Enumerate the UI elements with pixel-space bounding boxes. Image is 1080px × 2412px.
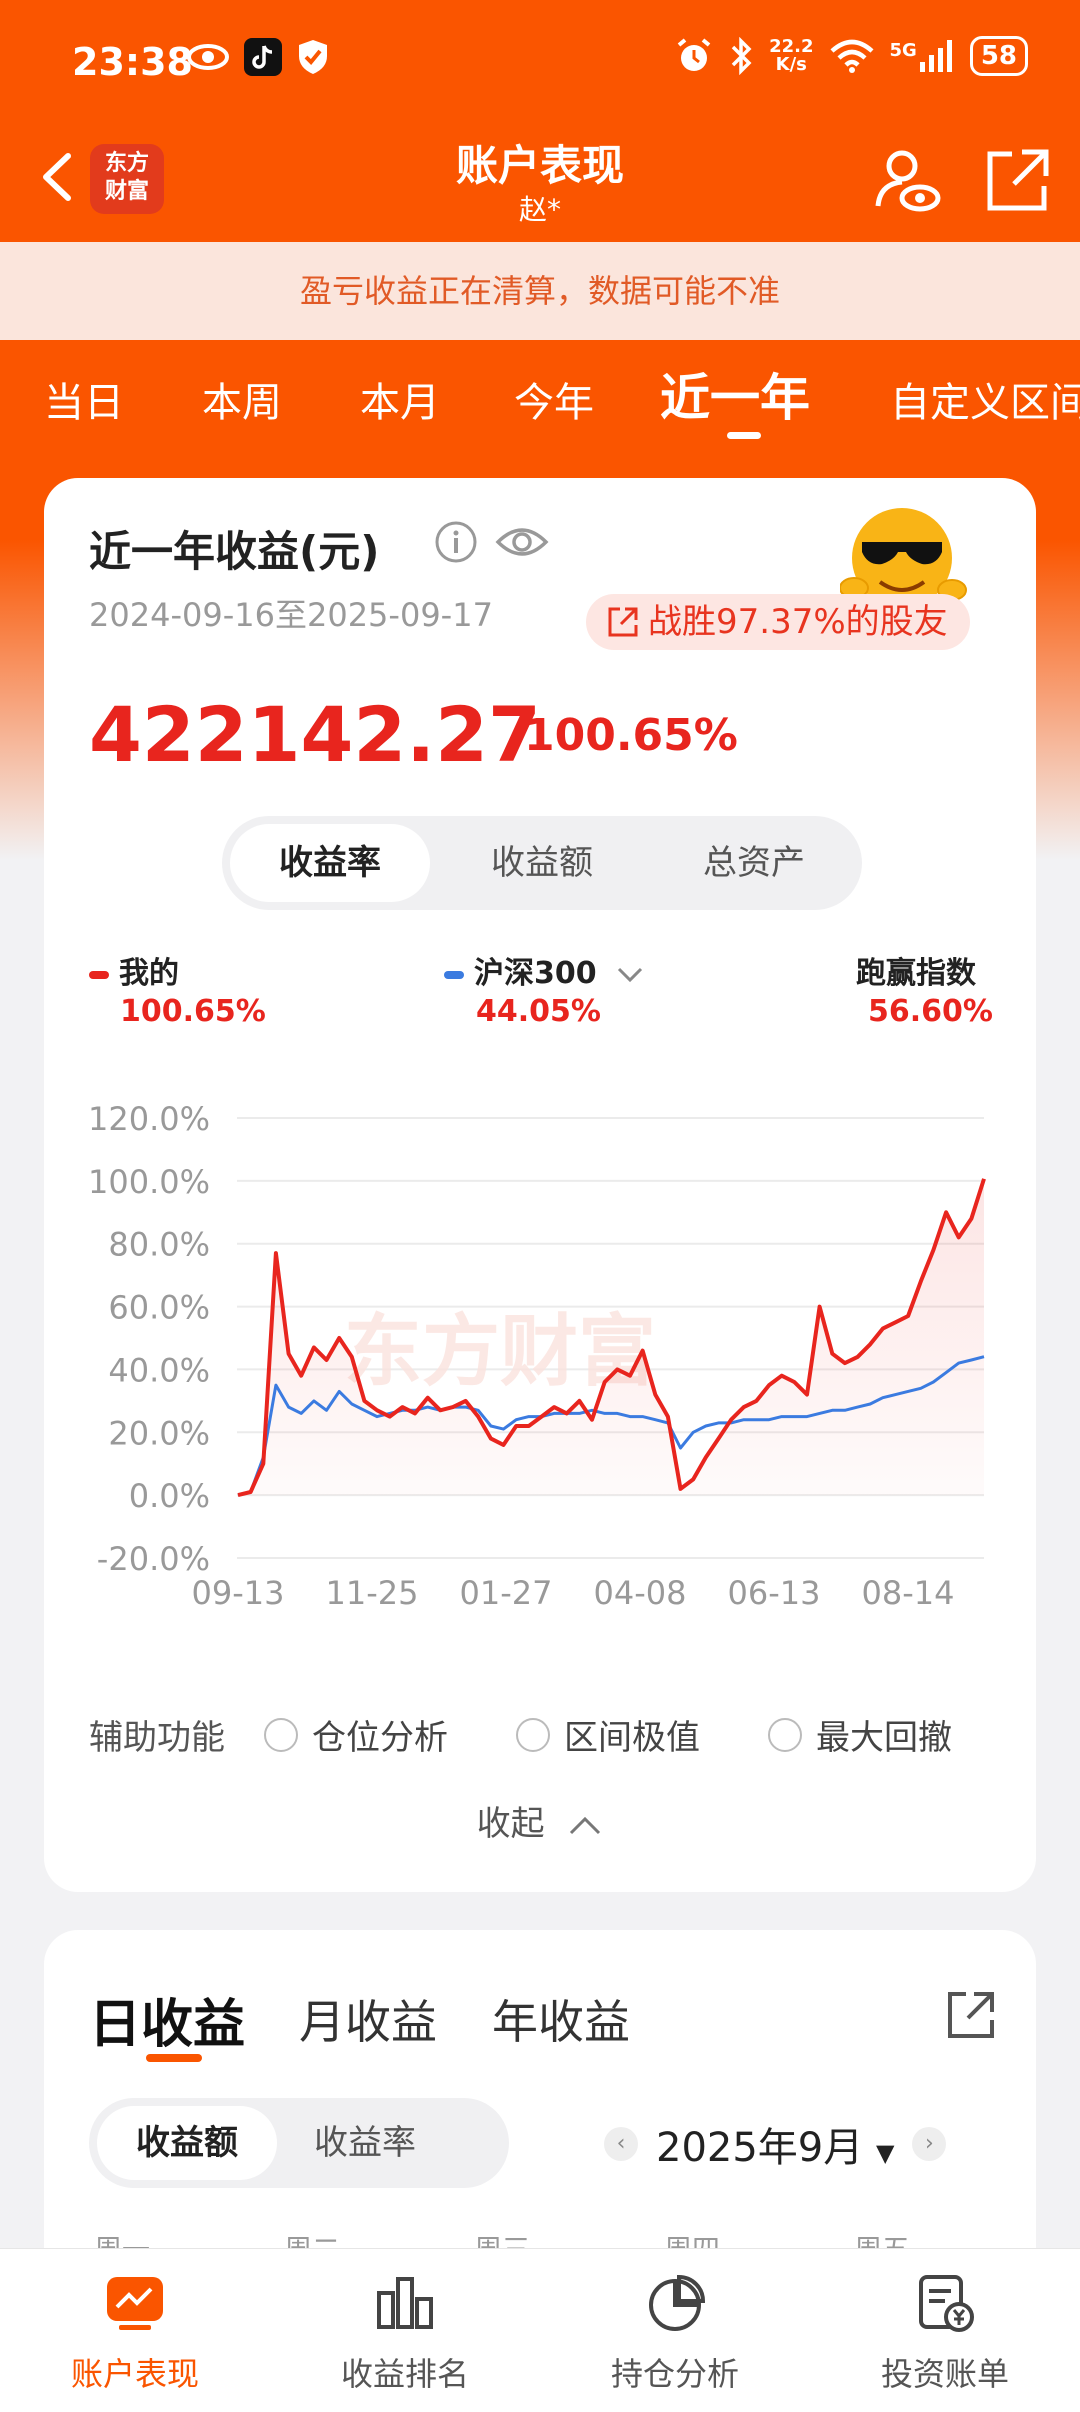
collapse-button[interactable]: 收起 — [44, 1796, 1036, 1845]
info-icon[interactable] — [434, 520, 478, 564]
nav-return-ranking[interactable]: 收益排名 — [270, 2249, 540, 2412]
total-profit-percent: 100.65% — [524, 710, 738, 761]
account-privacy-icon[interactable] — [872, 144, 944, 216]
tab-yearly-return[interactable]: 年收益 — [492, 1986, 630, 2052]
radio-icon — [516, 1717, 550, 1752]
radio-icon — [768, 1717, 802, 1752]
tab-this-week[interactable]: 本周 — [202, 370, 282, 428]
x-tick-label: 11-25 — [326, 1574, 419, 1608]
tab-custom-range[interactable]: 自定义区间 — [890, 370, 1080, 428]
y-tick-label: 20.0% — [108, 1414, 210, 1452]
daily-metric-segment: 收益额 收益率 — [89, 2098, 509, 2188]
x-tick-label: 09-13 — [192, 1574, 285, 1608]
beat-peers-badge[interactable]: 战胜97.37%的股友 — [586, 594, 970, 650]
bill-icon — [919, 2275, 974, 2332]
y-tick-label: 120.0% — [88, 1100, 210, 1138]
date-range: 2024-09-16至2025-09-17 — [89, 596, 493, 634]
y-tick-label: 40.0% — [108, 1351, 210, 1389]
tab-today[interactable]: 当日 — [44, 370, 124, 428]
nav-account-performance[interactable]: 账户表现 — [0, 2249, 270, 2412]
share-small-icon — [608, 607, 638, 637]
share-icon[interactable] — [942, 1986, 1000, 2044]
legend-index[interactable]: 沪深300 — [444, 948, 645, 992]
radio-icon — [264, 1717, 298, 1752]
chevron-down-icon — [618, 967, 643, 982]
segment-daily-amount[interactable]: 收益额 — [97, 2106, 277, 2180]
net-speed: 22.2 K/s — [769, 36, 814, 75]
bar-chart-icon — [377, 2277, 433, 2329]
legend-beat-index-value: 56.60% — [868, 994, 993, 1029]
alarm-icon — [677, 38, 711, 71]
app-header: 东方 财富 账户表现 赵* — [0, 120, 1080, 242]
bluetooth-icon — [731, 37, 752, 75]
aux-max-drawdown[interactable]: 最大回撤 — [768, 1710, 952, 1759]
aux-position-analysis[interactable]: 仓位分析 — [264, 1710, 448, 1759]
y-tick-label: -20.0% — [97, 1540, 210, 1578]
segment-return-amount[interactable]: 收益额 — [442, 824, 642, 902]
total-profit-value: 422142.27 — [89, 690, 541, 779]
wifi-icon — [829, 39, 874, 73]
status-time: 23:38 — [72, 40, 193, 84]
tab-this-year[interactable]: 今年 — [514, 370, 594, 428]
legend-mine-value: 100.65% — [120, 994, 266, 1029]
signal-indicator: 5G — [890, 40, 954, 72]
y-tick-label: 80.0% — [108, 1226, 210, 1264]
tab-last-year[interactable]: 近一年 — [660, 358, 810, 430]
return-line-chart: 120.0% 100.0% 80.0% 60.0% 40.0% 20.0% 0.0% -20.… — [88, 1100, 986, 1608]
x-tick-label: 06-13 — [728, 1574, 821, 1608]
clearing-notice: 盈亏收益正在清算，数据可能不准 — [0, 242, 1080, 340]
return-summary-card: 近一年收益(元) 2024-09-16至2025-09-17 战胜97.37%的… — [44, 478, 1036, 1892]
month-label[interactable]: 2025年9月 ▼ — [656, 2115, 894, 2173]
legend-beat-index: 跑赢指数 — [856, 956, 976, 991]
y-tick-label: 100.0% — [88, 1163, 210, 1201]
signal-bars-icon — [919, 40, 952, 72]
chevron-up-icon — [570, 1816, 601, 1834]
tab-monthly-return[interactable]: 月收益 — [299, 1986, 437, 2052]
card-title: 近一年收益(元) — [89, 527, 380, 576]
status-bar: 23:38 22.2 K/s 5G 58 — [0, 0, 1080, 120]
active-tab-indicator — [727, 432, 761, 439]
x-tick-label: 01-27 — [460, 1574, 553, 1608]
segment-daily-rate[interactable]: 收益率 — [275, 2106, 455, 2180]
nav-holdings-analysis[interactable]: 持仓分析 — [540, 2249, 810, 2412]
bottom-navigation: 账户表现 收益排名 持仓分析 投资账单 — [0, 2248, 1080, 2412]
aux-label: 辅助功能 — [89, 1718, 225, 1758]
segment-total-assets[interactable]: 总资产 — [654, 824, 854, 902]
aux-range-extremes[interactable]: 区间极值 — [516, 1710, 700, 1759]
tiktok-icon — [244, 38, 282, 76]
performance-chart-icon — [107, 2277, 163, 2330]
segment-return-rate[interactable]: 收益率 — [230, 824, 430, 902]
tab-this-month[interactable]: 本月 — [360, 370, 440, 428]
x-tick-label: 08-14 — [862, 1574, 955, 1608]
x-tick-label: 04-08 — [594, 1574, 687, 1608]
nav-investment-bill[interactable]: 投资账单 — [810, 2249, 1080, 2412]
period-tabs: 当日 本周 本月 今年 近一年 自定义区间 — [0, 340, 1080, 470]
prev-month-icon[interactable]: ‹ — [604, 2127, 638, 2161]
legend-index-value: 44.05% — [476, 994, 601, 1029]
y-tick-label: 60.0% — [108, 1289, 210, 1327]
tab-daily-return[interactable]: 日收益 — [89, 1982, 245, 2057]
eye-status-icon — [187, 44, 229, 70]
shield-check-icon — [299, 40, 327, 74]
next-month-icon[interactable]: › — [912, 2127, 947, 2161]
visibility-icon[interactable] — [494, 518, 550, 566]
month-navigator: ‹ 2025年9月 ▼ › — [604, 2115, 947, 2173]
pie-chart-icon — [649, 2274, 705, 2331]
legend-mine: 我的 — [89, 948, 179, 992]
daily-tab-indicator — [146, 2054, 202, 2062]
metric-segment-control: 收益率 收益额 总资产 — [222, 816, 862, 910]
battery-indicator: 58 — [969, 36, 1028, 76]
y-tick-label: 0.0% — [129, 1477, 210, 1515]
share-external-icon[interactable] — [982, 144, 1054, 216]
